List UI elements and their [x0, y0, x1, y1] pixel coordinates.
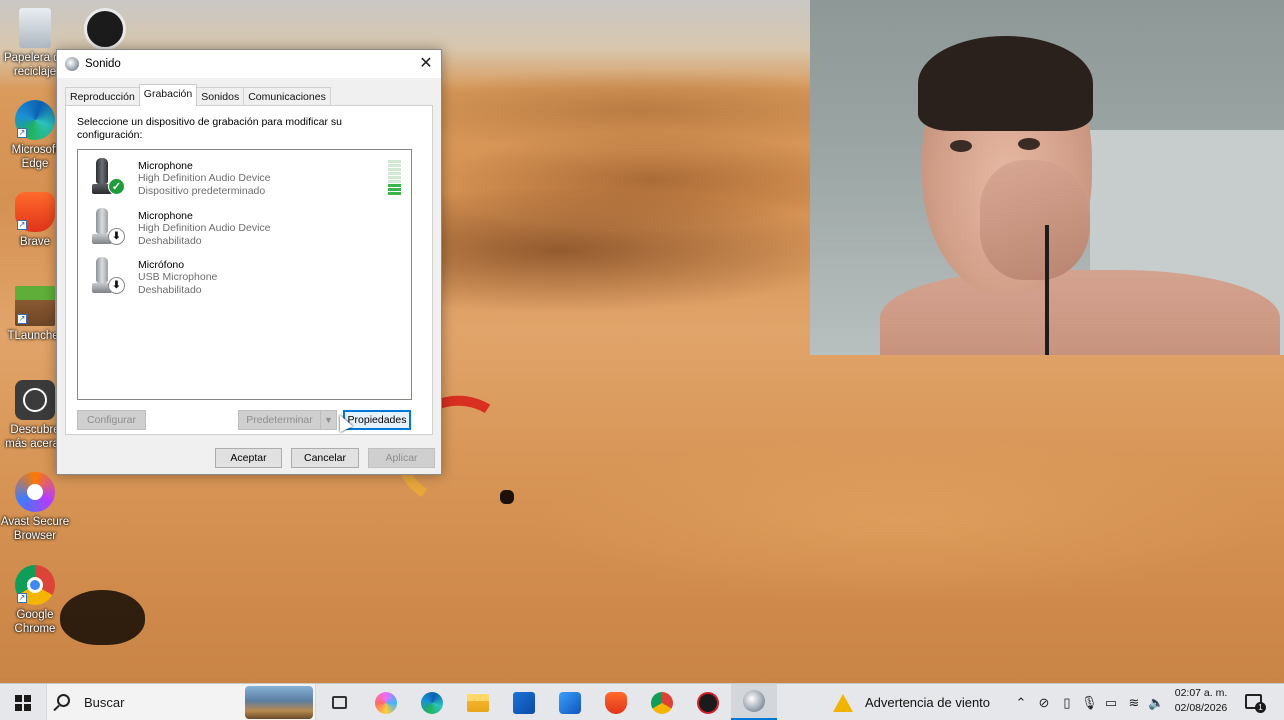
device-item[interactable]: ⬇ Microphone High Definition Audio Devic… — [78, 202, 398, 250]
shortcut-arrow-icon: ↗ — [17, 128, 27, 138]
device-list[interactable]: ✓ Microphone High Definition Audio Devic… — [77, 149, 412, 400]
device-item[interactable]: ✓ Microphone High Definition Audio Devic… — [78, 152, 401, 200]
sound-dialog: Sonido ✕ Reproducción Grabación Sonidos … — [56, 49, 442, 475]
sound-settings-taskbar-icon[interactable] — [731, 684, 777, 720]
tab-strip: Reproducción Grabación Sonidos Comunicac… — [65, 84, 331, 106]
store-icon[interactable] — [511, 684, 537, 720]
outlook-icon[interactable] — [557, 684, 583, 720]
device-status: Deshabilitado — [138, 234, 202, 247]
down-arrow-badge-icon: ⬇ — [108, 228, 125, 245]
apply-button[interactable]: Aplicar — [368, 448, 435, 468]
dialog-title: Sonido — [85, 58, 121, 70]
edge-icon: ↗ — [15, 100, 55, 140]
webcam-eye — [950, 140, 972, 152]
search-icon — [57, 694, 70, 707]
copilot-icon[interactable] — [373, 684, 399, 720]
clock-time: 02:07 a. m. — [1174, 687, 1228, 699]
notification-icon[interactable]: 1 — [1245, 694, 1266, 713]
level-meter — [388, 160, 401, 198]
wallpaper-pilot — [500, 490, 514, 504]
webcam-overlay — [810, 0, 1284, 355]
start-button[interactable] — [0, 684, 46, 720]
cancel-button[interactable]: Cancelar — [291, 448, 359, 468]
recycle-bin-icon — [19, 8, 51, 48]
webcam-cable — [1045, 225, 1049, 355]
wallpaper-shadow — [60, 590, 145, 645]
chrome-taskbar-icon[interactable] — [649, 684, 675, 720]
clock-date: 02/08/2026 — [1174, 702, 1228, 714]
tab-playback[interactable]: Reproducción — [65, 87, 140, 106]
device-status: Deshabilitado — [138, 283, 202, 296]
minecraft-icon: ↗ — [15, 286, 55, 326]
configure-button[interactable]: Configurar — [77, 410, 146, 430]
check-badge-icon: ✓ — [108, 178, 125, 195]
chrome-icon: ↗ — [15, 565, 55, 605]
desktop-icon-label: Google Chrome — [14, 609, 56, 635]
volume-icon[interactable]: 🔈 — [1148, 695, 1164, 711]
desktop-icon-chrome[interactable]: ↗ Google Chrome — [0, 565, 70, 636]
chevron-up-icon[interactable]: ⌃ — [1013, 695, 1029, 711]
ok-button[interactable]: Aceptar — [215, 448, 282, 468]
webcam-eye — [1018, 138, 1040, 150]
usb-device-icon[interactable]: ▯ — [1059, 695, 1075, 711]
speaker-icon — [65, 57, 79, 71]
wifi-icon[interactable]: ≋ — [1126, 695, 1142, 711]
avast-icon — [15, 472, 55, 512]
device-name: Microphone — [138, 210, 193, 222]
no-network-icon[interactable]: ⊘ — [1036, 695, 1052, 711]
device-name: Micrófono — [138, 259, 185, 271]
properties-button[interactable]: Propiedades — [343, 410, 411, 430]
tab-communications[interactable]: Comunicaciones — [243, 87, 331, 106]
device-status: Dispositivo predeterminado — [138, 184, 266, 197]
display-icon[interactable]: ▭ — [1103, 695, 1119, 711]
down-arrow-badge-icon: ⬇ — [108, 277, 125, 294]
recording-panel: Seleccione un dispositivo de grabación p… — [65, 105, 433, 435]
notification-count: 1 — [1255, 702, 1266, 713]
device-item[interactable]: ⬇ Micrófono USB Microphone Deshabilitado — [78, 251, 398, 299]
shortcut-arrow-icon: ↗ — [17, 220, 27, 230]
brave-icon: ↗ — [15, 192, 55, 232]
webcam-person-body — [880, 270, 1280, 355]
desktop-icon-label: Avast Secure Browser — [0, 516, 70, 542]
webcam-person-hair — [918, 36, 1093, 131]
shortcut-arrow-icon: ↗ — [17, 314, 27, 324]
tab-recording[interactable]: Grabación — [138, 84, 198, 106]
obs-taskbar-icon[interactable] — [695, 684, 721, 720]
search-placeholder: Buscar — [84, 695, 125, 710]
tab-sounds[interactable]: Sonidos — [196, 87, 245, 106]
device-name: Microphone — [138, 160, 193, 172]
device-driver: High Definition Audio Device — [138, 172, 271, 185]
search-highlight-image[interactable] — [245, 686, 313, 719]
webcam-person-hand — [980, 160, 1090, 280]
taskbar-search[interactable]: Buscar — [46, 684, 316, 720]
task-view-icon[interactable] — [326, 684, 352, 720]
device-driver: High Definition Audio Device — [138, 222, 271, 235]
obs-desktop-icon[interactable] — [84, 8, 126, 50]
dialog-titlebar[interactable]: Sonido ✕ — [57, 50, 441, 78]
weather-widget[interactable]: Advertencia de viento — [833, 684, 1003, 720]
brave-taskbar-icon[interactable] — [603, 684, 629, 720]
warning-icon — [833, 693, 853, 712]
microphone-tray-icon[interactable]: 🎙 — [1081, 695, 1098, 711]
instruction-text: Seleccione un dispositivo de grabación p… — [77, 116, 342, 141]
edge-taskbar-icon[interactable] — [419, 684, 445, 720]
close-icon[interactable]: ✕ — [411, 50, 441, 78]
weather-text: Advertencia de viento — [865, 695, 991, 710]
shortcut-arrow-icon: ↗ — [17, 593, 27, 603]
windows-logo-icon — [15, 694, 31, 711]
set-default-button[interactable]: Predeterminar ▼ — [238, 410, 337, 430]
set-default-label: Predeterminar — [246, 414, 313, 426]
taskbar: Buscar Advertencia de viento ⌃ ⊘ ▯ 🎙 ▭ ≋… — [0, 683, 1284, 720]
file-explorer-icon[interactable] — [465, 684, 491, 720]
device-driver: USB Microphone — [138, 271, 218, 284]
desktop-icon-avast[interactable]: Avast Secure Browser — [0, 472, 70, 543]
discover-icon — [15, 380, 55, 420]
clock[interactable]: 02:07 a. m. 02/08/2026 — [1168, 686, 1234, 716]
